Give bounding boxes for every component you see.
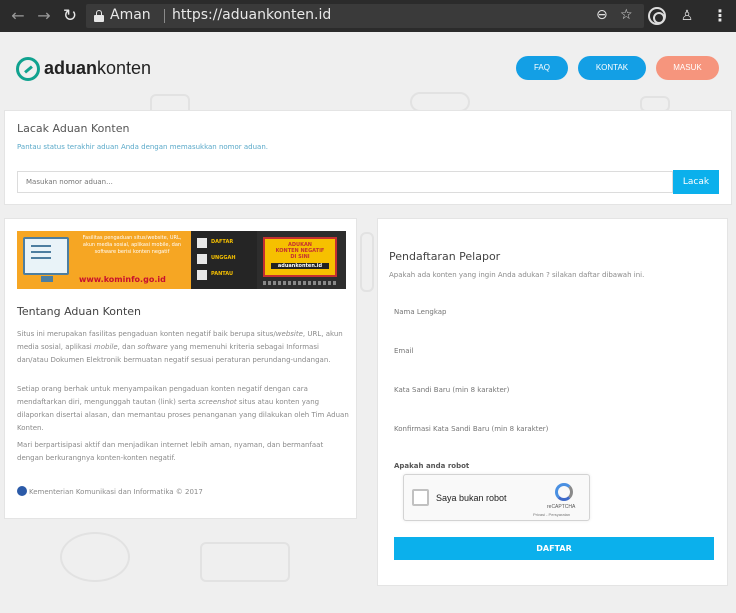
email-field-wrapper [389, 338, 714, 364]
banner-facility-text: Fasilitas pengaduan situs/website, URL, … [82, 235, 182, 255]
registration-card: Pendaftaran Pelapor Apakah ada konten ya… [377, 218, 728, 586]
lock-icon[interactable] [94, 10, 104, 22]
kominfo-logo-icon [17, 486, 27, 496]
kontak-button[interactable]: KONTAK [578, 56, 646, 80]
confirm-password-input[interactable] [389, 416, 714, 442]
copyright-footer: Kementerian Komunikasi dan Informatika ©… [17, 486, 203, 496]
about-paragraph-3: Mari berpartisipasi aktif dan menjadikan… [17, 441, 324, 462]
pencil-icon [197, 238, 207, 248]
secure-label: Aman [110, 7, 151, 23]
background-doodle [60, 532, 130, 582]
password-field-wrapper [389, 377, 714, 403]
url-text[interactable]: https://aduankonten.id [172, 7, 331, 23]
registration-subtitle: Apakah ada konten yang ingin Anda adukan… [389, 271, 645, 279]
banner-stripes [263, 281, 337, 285]
banner-step: DAFTAR [197, 238, 253, 248]
email-input[interactable] [389, 338, 714, 364]
recaptcha-links[interactable]: Privasi - Persyaratan [533, 512, 570, 517]
about-card: Fasilitas pengaduan situs/website, URL, … [4, 218, 357, 519]
bookmark-star-icon[interactable]: ☆ [620, 7, 633, 23]
eye-icon [197, 270, 207, 280]
password-input[interactable] [389, 377, 714, 403]
registration-title: Pendaftaran Pelapor [389, 250, 501, 263]
daftar-button[interactable]: DAFTAR [394, 537, 714, 560]
lacak-card: Lacak Aduan Konten Pantau status terakhi… [4, 110, 732, 205]
background-doodle [360, 232, 374, 292]
back-arrow-icon[interactable]: ← [8, 6, 28, 26]
banner-cta-box: ADUKAN KONTEN NEGATIF DI SINI aduankonte… [263, 237, 337, 277]
masuk-button[interactable]: MASUK [656, 56, 719, 80]
background-doodle [200, 542, 290, 582]
recaptcha-logo-icon [555, 483, 573, 501]
reload-icon[interactable]: ↻ [60, 6, 80, 26]
zoom-icon[interactable]: ⊖ [596, 7, 608, 23]
complaint-number-input[interactable] [18, 172, 672, 192]
banner-step: UNGGAH [197, 254, 253, 264]
faq-button[interactable]: FAQ [516, 56, 568, 80]
board-stand [41, 276, 53, 282]
banner-url: www.kominfo.go.id [79, 275, 166, 284]
promo-banner[interactable]: Fasilitas pengaduan situs/website, URL, … [17, 231, 346, 289]
upload-icon [197, 254, 207, 264]
address-bar[interactable]: Aman https://aduankonten.id ⊖ ☆ [86, 4, 644, 28]
confirm-password-field-wrapper [389, 416, 714, 442]
banner-left: Fasilitas pengaduan situs/website, URL, … [17, 231, 191, 289]
logo-text: aduankonten [44, 58, 152, 78]
page-body: aduankonten FAQ KONTAK MASUK Lacak Aduan… [0, 32, 736, 613]
extension-person-icon[interactable]: ♙ [678, 7, 696, 25]
address-separator [164, 9, 165, 23]
site-header: aduankonten FAQ KONTAK MASUK [0, 32, 736, 104]
extension-target-icon[interactable] [648, 7, 666, 25]
robot-question-label: Apakah anda robot [394, 462, 470, 470]
about-paragraph-1: Situs ini merupakan fasilitas pengaduan … [17, 330, 343, 364]
recaptcha-widget: Saya bukan robot reCAPTCHA Privasi - Per… [403, 474, 590, 521]
full-name-input[interactable] [389, 299, 714, 325]
logo-chat-icon [16, 57, 40, 81]
browser-menu-icon[interactable]: ⋮ [712, 6, 728, 25]
banner-cta: ADUKAN KONTEN NEGATIF DI SINI aduankonte… [257, 231, 346, 289]
lacak-input-wrapper [17, 171, 673, 193]
about-title: Tentang Aduan Konten [17, 305, 142, 318]
presentation-board-icon [23, 237, 69, 275]
about-paragraph-2: Setiap orang berhak untuk menyampaikan p… [17, 385, 349, 432]
lacak-title: Lacak Aduan Konten [17, 122, 130, 135]
banner-steps: DAFTAR UNGGAH PANTAU [191, 231, 257, 289]
banner-step: PANTAU [197, 270, 253, 280]
recaptcha-checkbox[interactable] [412, 489, 429, 506]
recaptcha-label: Saya bukan robot [436, 493, 507, 503]
recaptcha-brand: reCAPTCHA [547, 504, 576, 510]
browser-toolbar: ← → ↻ Aman https://aduankonten.id ⊖ ☆ ♙ … [0, 0, 736, 32]
forward-arrow-icon[interactable]: → [34, 6, 54, 26]
lacak-button[interactable]: Lacak [673, 170, 719, 194]
lacak-subtitle: Pantau status terakhir aduan Anda dengan… [17, 143, 269, 151]
name-field-wrapper [389, 299, 714, 325]
